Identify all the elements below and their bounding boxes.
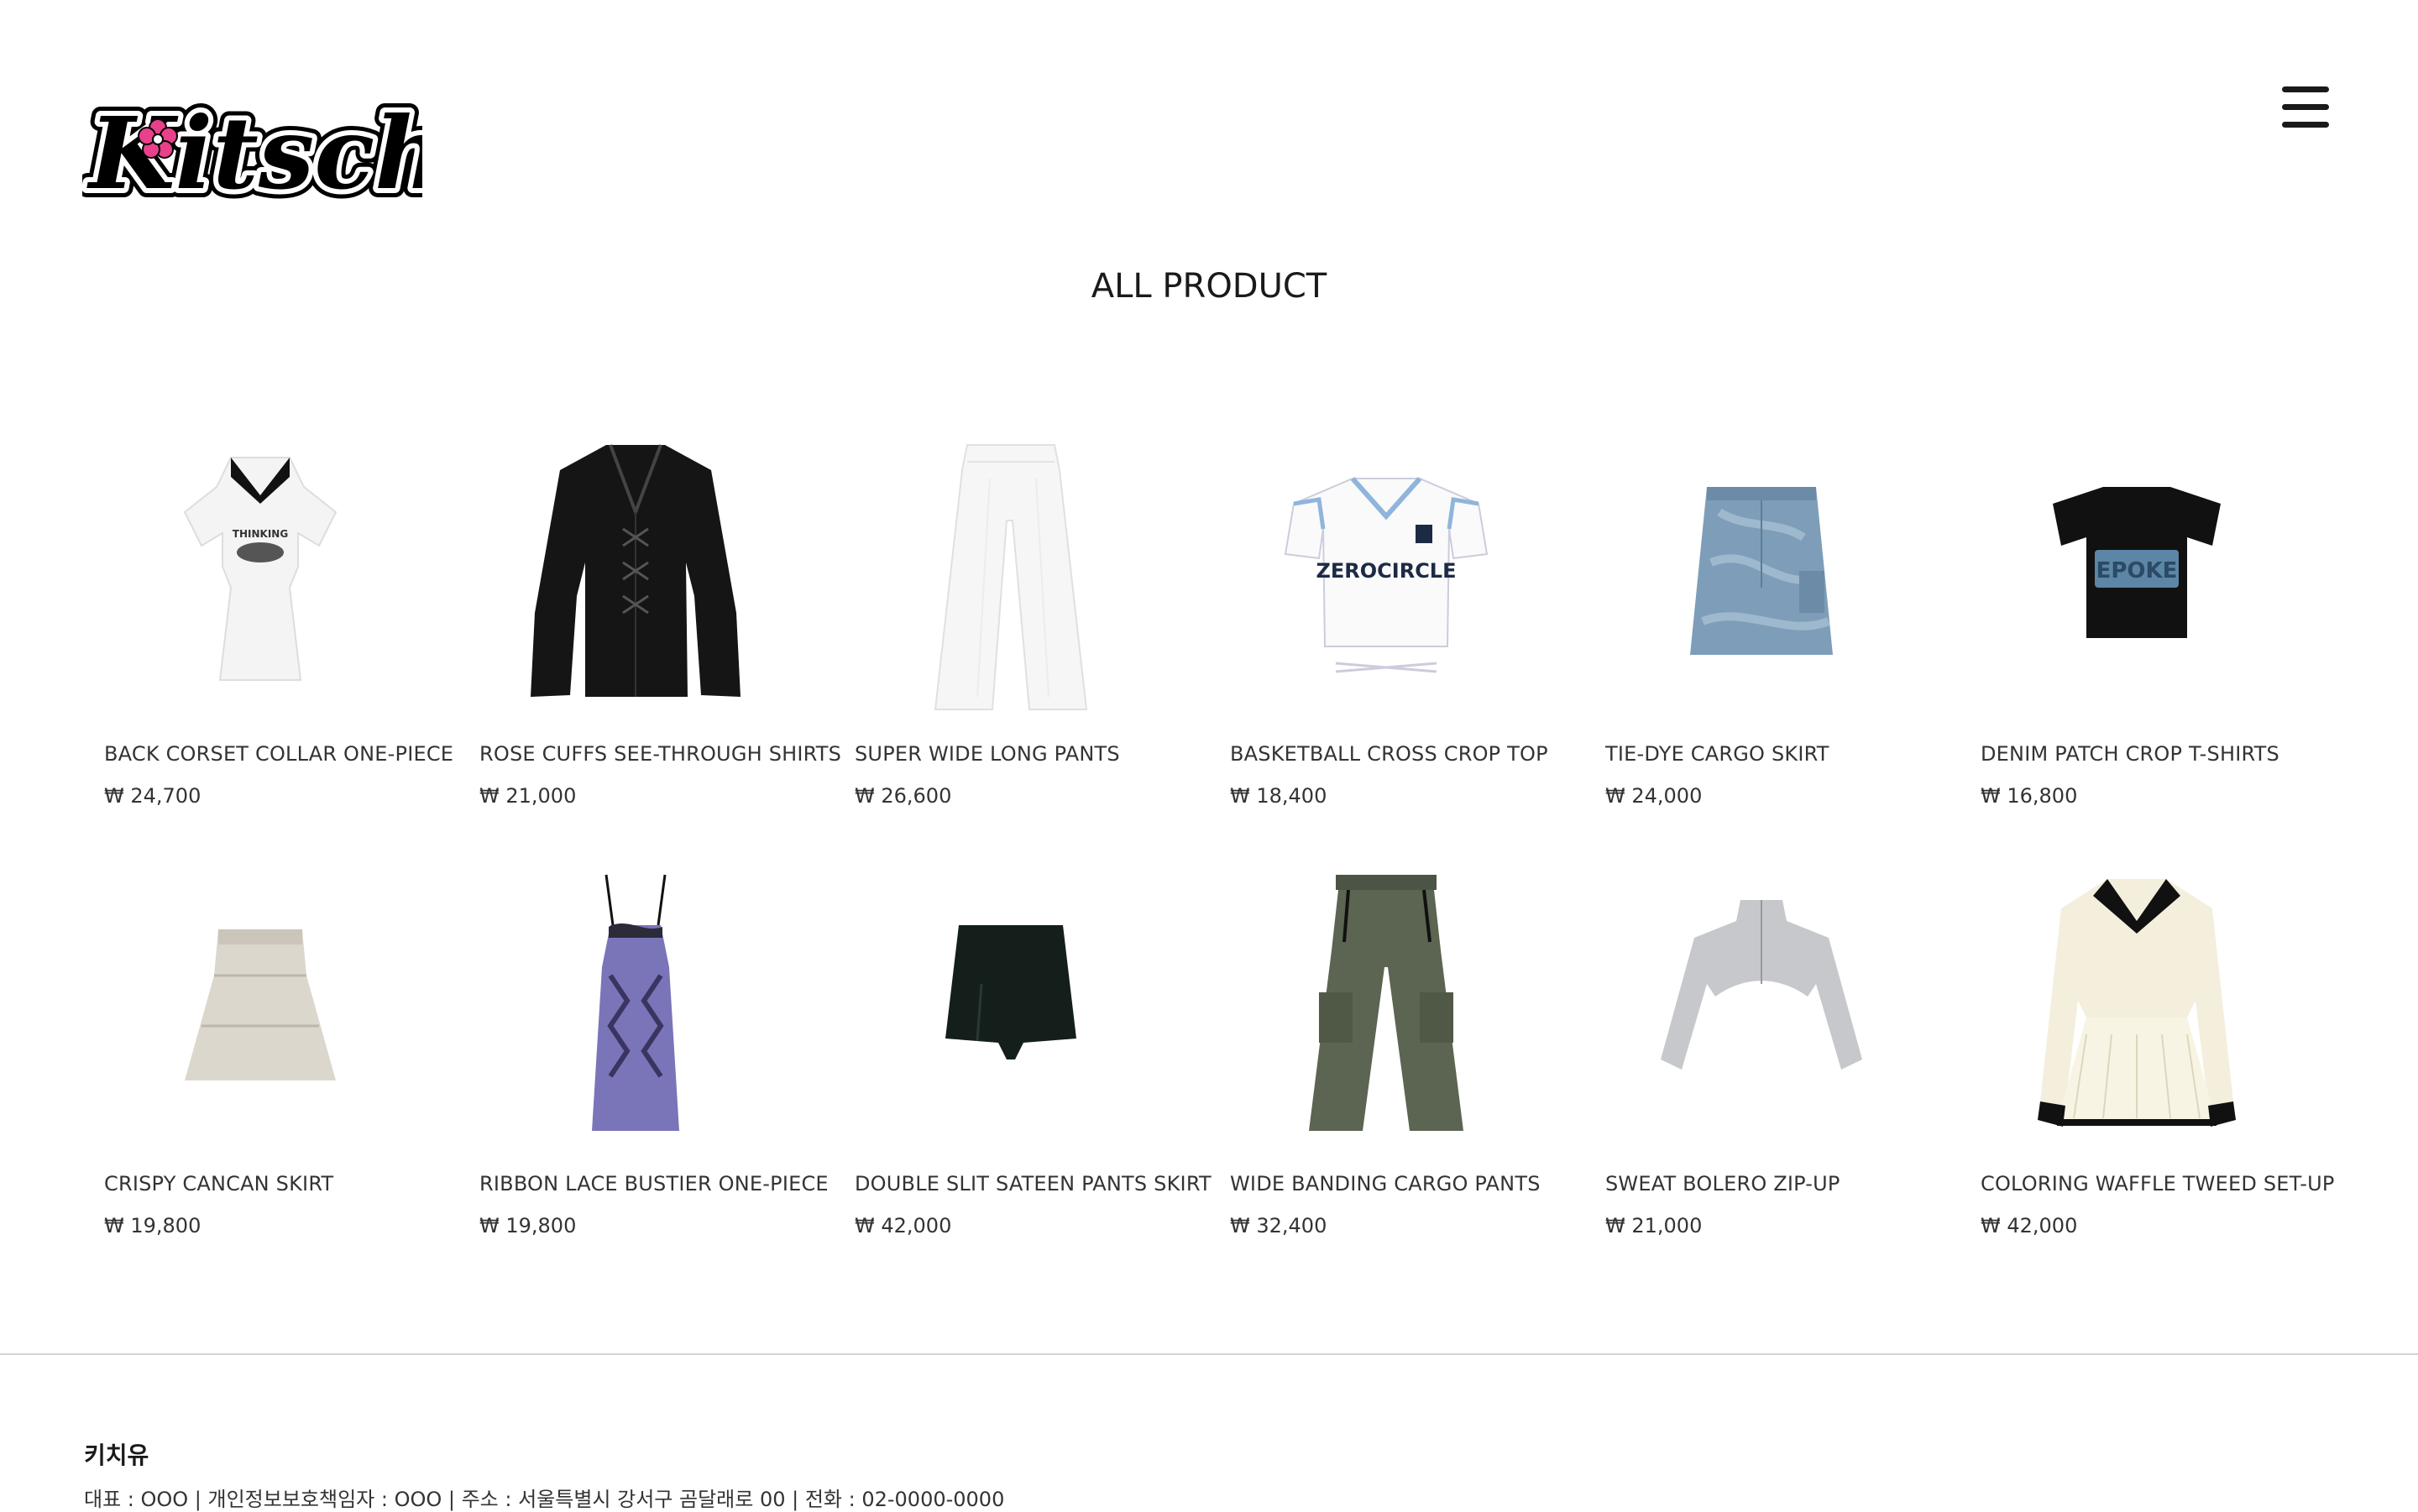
product-name[interactable]: COLORING WAFFLE TWEED SET-UP bbox=[1981, 1172, 2335, 1195]
product-image[interactable] bbox=[1585, 850, 1938, 1152]
product-card[interactable]: SUPER WIDE LONG PANTS ₩ 26,600 bbox=[835, 420, 1187, 814]
product-image[interactable] bbox=[84, 850, 437, 1152]
svg-text:ZEROCIRCLE: ZEROCIRCLE bbox=[1316, 559, 1456, 583]
page-title: ALL PRODUCT bbox=[1091, 267, 1327, 306]
product-card[interactable]: WIDE BANDING CARGO PANTS ₩ 32,400 bbox=[1210, 850, 1562, 1244]
product-name[interactable]: DENIM PATCH CROP T-SHIRTS bbox=[1981, 742, 2279, 766]
product-name[interactable]: RIBBON LACE BUSTIER ONE-PIECE bbox=[479, 1172, 829, 1195]
product-name[interactable]: CRISPY CANCAN SKIRT bbox=[104, 1172, 333, 1195]
brand-logo[interactable]: KitschÜ KitschÜ KitschÜ bbox=[77, 81, 547, 221]
product-image[interactable] bbox=[459, 850, 812, 1152]
svg-text:KitschÜ: KitschÜ bbox=[86, 95, 422, 212]
product-price: ₩ 42,000 bbox=[855, 1214, 952, 1237]
product-card[interactable]: RIBBON LACE BUSTIER ONE-PIECE ₩ 19,800 bbox=[459, 850, 829, 1244]
product-price: ₩ 18,400 bbox=[1230, 784, 1327, 808]
product-name[interactable]: DOUBLE SLIT SATEEN PANTS SKIRT bbox=[855, 1172, 1212, 1195]
product-image[interactable] bbox=[1960, 850, 2313, 1152]
product-name[interactable]: SUPER WIDE LONG PANTS bbox=[855, 742, 1120, 766]
product-card[interactable]: CRISPY CANCAN SKIRT ₩ 19,800 bbox=[84, 850, 437, 1244]
svg-text:EPOKE: EPOKE bbox=[2096, 558, 2178, 583]
brand-logo-image: KitschÜ KitschÜ KitschÜ bbox=[77, 86, 547, 221]
footer-divider bbox=[0, 1353, 2418, 1355]
product-price: ₩ 26,600 bbox=[855, 784, 952, 808]
product-name[interactable]: ROSE CUFFS SEE-THROUGH SHIRTS bbox=[479, 742, 841, 766]
footer-company-name: 키치유 bbox=[84, 1441, 149, 1469]
product-image[interactable] bbox=[459, 420, 812, 722]
product-price: ₩ 19,800 bbox=[104, 1214, 202, 1237]
product-image[interactable]: ZEROCIRCLE bbox=[1210, 420, 1562, 722]
product-image[interactable] bbox=[835, 850, 1187, 1152]
product-card[interactable]: ROSE CUFFS SEE-THROUGH SHIRTS ₩ 21,000 bbox=[459, 420, 841, 814]
product-price: ₩ 16,800 bbox=[1981, 784, 2078, 808]
product-image[interactable]: THINKING bbox=[84, 420, 437, 722]
product-image[interactable] bbox=[1210, 850, 1562, 1152]
product-price: ₩ 21,000 bbox=[479, 784, 577, 808]
product-name[interactable]: BASKETBALL CROSS CROP TOP bbox=[1230, 742, 1548, 766]
hamburger-menu-icon[interactable] bbox=[2282, 86, 2329, 128]
footer-business-info: 대표 : OOO | 개인정보보호책임자 : OOO | 주소 : 서울특별시 … bbox=[84, 1488, 1005, 1511]
product-image[interactable]: EPOKE bbox=[1960, 420, 2313, 722]
svg-text:THINKING: THINKING bbox=[233, 528, 288, 540]
product-card[interactable]: EPOKE DENIM PATCH CROP T-SHIRTS ₩ 16,800 bbox=[1960, 420, 2313, 814]
product-image[interactable] bbox=[1585, 420, 1938, 722]
product-image[interactable] bbox=[835, 420, 1187, 722]
product-price: ₩ 24,700 bbox=[104, 784, 202, 808]
product-card[interactable]: ZEROCIRCLE BASKETBALL CROSS CROP TOP ₩ 1… bbox=[1210, 420, 1562, 814]
product-price: ₩ 32,400 bbox=[1230, 1214, 1327, 1237]
product-price: ₩ 42,000 bbox=[1981, 1214, 2078, 1237]
product-name[interactable]: WIDE BANDING CARGO PANTS bbox=[1230, 1172, 1541, 1195]
product-card[interactable]: COLORING WAFFLE TWEED SET-UP ₩ 42,000 bbox=[1960, 850, 2334, 1244]
product-name[interactable]: TIE-DYE CARGO SKIRT bbox=[1605, 742, 1829, 766]
product-card[interactable]: DOUBLE SLIT SATEEN PANTS SKIRT ₩ 42,000 bbox=[835, 850, 1212, 1244]
product-price: ₩ 19,800 bbox=[479, 1214, 577, 1237]
product-price: ₩ 21,000 bbox=[1605, 1214, 1703, 1237]
product-card[interactable]: TIE-DYE CARGO SKIRT ₩ 24,000 bbox=[1585, 420, 1938, 814]
product-name[interactable]: BACK CORSET COLLAR ONE-PIECE bbox=[104, 742, 453, 766]
product-name[interactable]: SWEAT BOLERO ZIP-UP bbox=[1605, 1172, 1840, 1195]
product-card[interactable]: THINKING BACK CORSET COLLAR ONE-PIECE ₩ … bbox=[84, 420, 453, 814]
product-price: ₩ 24,000 bbox=[1605, 784, 1703, 808]
product-card[interactable]: SWEAT BOLERO ZIP-UP ₩ 21,000 bbox=[1585, 850, 1938, 1244]
